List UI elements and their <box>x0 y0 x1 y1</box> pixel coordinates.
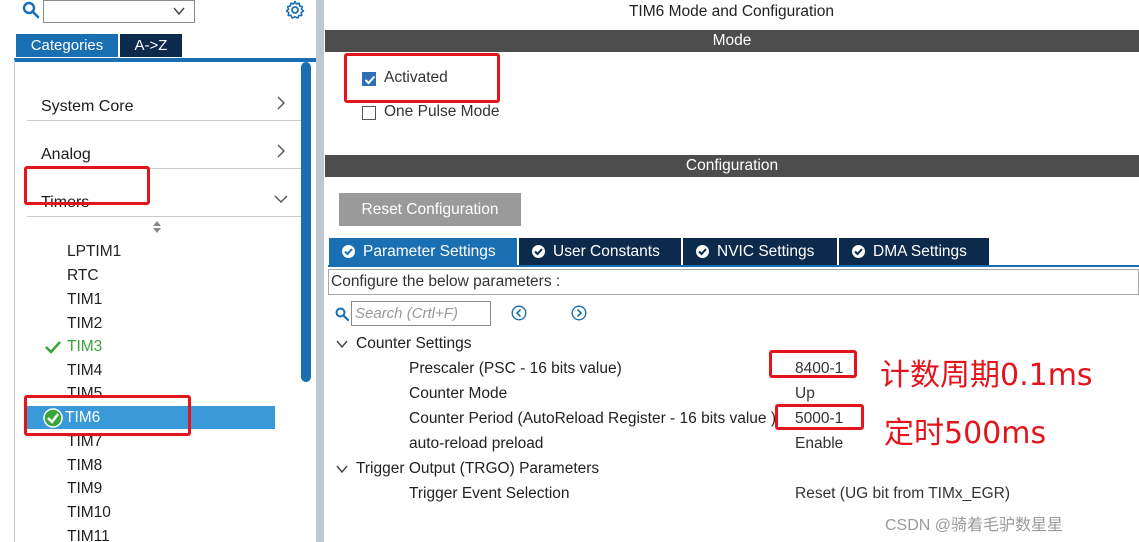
param-value-trigger-event[interactable]: Reset (UG bit from TIMx_EGR) <box>795 483 1010 505</box>
check-circle-icon <box>532 245 545 258</box>
timer-item-tim9[interactable]: TIM9 <box>25 477 275 500</box>
timer-label: TIM4 <box>67 362 103 379</box>
search-icon <box>335 307 349 321</box>
tab-user-constants[interactable]: User Constants <box>519 238 681 265</box>
category-label: System Core <box>41 98 134 115</box>
timer-item-tim8[interactable]: TIM8 <box>25 454 275 477</box>
search-icon[interactable] <box>22 1 40 19</box>
param-value-counter-period[interactable]: 5000-1 <box>795 408 843 430</box>
left-search-row <box>0 0 316 26</box>
timer-label: TIM3 <box>67 338 103 355</box>
checkbox-label: Activated <box>384 69 448 86</box>
timer-item-tim7[interactable]: TIM7 <box>25 430 275 453</box>
checkbox-checked-icon[interactable] <box>362 72 376 86</box>
category-timers[interactable]: Timers <box>27 172 302 217</box>
tab-nvic-settings[interactable]: NVIC Settings <box>683 238 837 265</box>
timer-label: TIM10 <box>67 504 111 521</box>
tab-dma-settings[interactable]: DMA Settings <box>839 238 989 265</box>
timer-item-tim6[interactable]: TIM6 <box>25 406 275 429</box>
reset-configuration-button[interactable]: Reset Configuration <box>339 193 521 226</box>
tab-categories[interactable]: Categories <box>16 34 118 57</box>
chevron-right-icon <box>277 144 285 158</box>
category-label: Analog <box>41 146 91 163</box>
timer-item-tim3[interactable]: TIM3 <box>25 335 275 358</box>
sort-icon[interactable] <box>152 220 162 234</box>
annotation-period-note: 定时500ms <box>884 416 1047 451</box>
check-circle-icon <box>852 245 865 258</box>
configuration-header: Configuration <box>325 155 1139 177</box>
chevron-down-icon <box>274 195 288 203</box>
mode-area: Activated One Pulse Mode <box>325 52 1139 148</box>
search-combo[interactable] <box>43 0 195 23</box>
timer-item-tim5[interactable]: TIM5 <box>25 382 275 405</box>
mode-header: Mode <box>325 30 1139 52</box>
timer-label: TIM5 <box>67 385 103 402</box>
tab-label: User Constants <box>553 243 660 260</box>
category-label: Timers <box>41 194 90 211</box>
tab-underline <box>328 265 1139 267</box>
timer-item-tim1[interactable]: TIM1 <box>25 288 275 311</box>
timer-item-tim2[interactable]: TIM2 <box>25 312 275 335</box>
category-list: System Core Analog Timers LPTIM1 RTC TIM… <box>14 58 316 542</box>
group-trigger-output[interactable]: Trigger Output (TRGO) Parameters <box>336 458 599 480</box>
timer-label: TIM11 <box>67 528 110 542</box>
previous-match-icon[interactable] <box>511 305 527 321</box>
timer-item-tim11[interactable]: TIM11 <box>25 525 275 542</box>
tab-a-to-z[interactable]: A->Z <box>120 34 182 57</box>
category-analog[interactable]: Analog <box>27 124 302 169</box>
watermark: CSDN @骑着毛驴数星星 <box>885 517 1064 534</box>
check-circle-icon <box>43 408 63 428</box>
timer-label: TIM2 <box>67 315 103 332</box>
tab-parameter-settings[interactable]: Parameter Settings <box>329 238 517 265</box>
checkbox-unchecked-icon[interactable] <box>362 106 376 120</box>
next-match-icon[interactable] <box>571 305 587 321</box>
parameters-hint: Configure the below parameters : <box>328 269 1139 295</box>
timer-label: RTC <box>67 267 99 284</box>
param-name: Trigger Event Selection <box>409 485 570 502</box>
param-value-prescaler[interactable]: 8400-1 <box>795 358 843 380</box>
param-value-auto-reload-preload[interactable]: Enable <box>795 433 843 455</box>
chevron-right-icon <box>277 96 285 110</box>
timer-label: TIM8 <box>67 457 103 474</box>
timer-item-rtc[interactable]: RTC <box>25 264 275 287</box>
category-system-core[interactable]: System Core <box>27 76 302 121</box>
left-scrollbar[interactable] <box>301 62 311 382</box>
group-counter-settings[interactable]: Counter Settings <box>336 333 471 355</box>
param-value-counter-mode[interactable]: Up <box>795 383 815 405</box>
tab-label: DMA Settings <box>873 243 967 260</box>
page-title: TIM6 Mode and Configuration <box>628 3 835 20</box>
chevron-down-icon[interactable] <box>172 4 186 18</box>
left-panel: Categories A->Z System Core Analog Timer… <box>0 0 316 542</box>
chevron-down-icon <box>336 340 348 349</box>
check-icon <box>45 341 61 354</box>
group-label: Counter Settings <box>356 335 472 352</box>
timer-label: TIM1 <box>67 291 103 308</box>
checkbox-label: One Pulse Mode <box>384 103 500 120</box>
timer-item-tim4[interactable]: TIM4 <box>25 359 275 382</box>
tab-label: Parameter Settings <box>363 243 496 260</box>
annotation-prescaler-note: 计数周期0.1ms <box>880 358 1093 393</box>
param-name: Counter Mode <box>409 385 508 402</box>
right-panel: TIM6 Mode and Configuration Mode Activat… <box>324 0 1139 542</box>
timer-label: TIM9 <box>67 480 103 497</box>
check-circle-icon <box>696 245 709 258</box>
check-circle-icon <box>342 245 355 258</box>
gear-icon[interactable] <box>285 0 305 20</box>
tab-label: NVIC Settings <box>717 243 815 260</box>
timer-label: TIM7 <box>67 433 103 450</box>
chevron-down-icon <box>336 465 348 474</box>
timer-item-tim10[interactable]: TIM10 <box>25 501 275 524</box>
parameter-search-input[interactable]: Search (Crtl+F) <box>351 301 491 326</box>
timer-label: LPTIM1 <box>67 243 122 260</box>
param-name: Counter Period (AutoReload Register - 16… <box>409 410 777 427</box>
panel-divider[interactable] <box>316 0 324 542</box>
timer-label: TIM6 <box>65 409 101 426</box>
timer-item-lptim1[interactable]: LPTIM1 <box>25 240 275 263</box>
param-name: auto-reload preload <box>409 435 544 452</box>
param-name: Prescaler (PSC - 16 bits value) <box>409 360 622 377</box>
group-label: Trigger Output (TRGO) Parameters <box>356 460 600 477</box>
